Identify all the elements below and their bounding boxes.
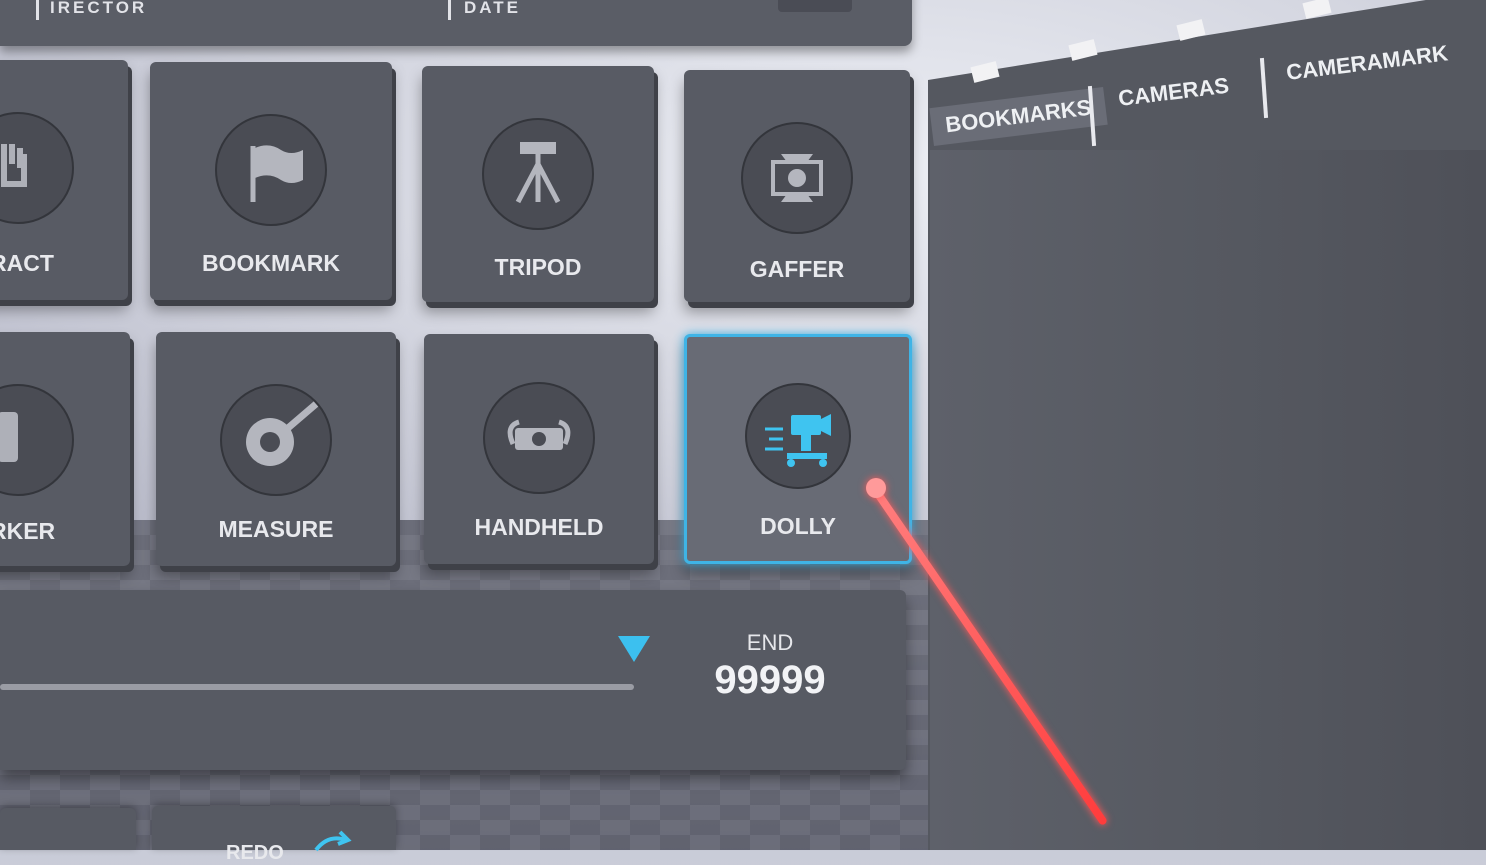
tool-tile-measure[interactable]: MEASURE bbox=[156, 332, 396, 566]
top-info-bar: IRECTOR DATE bbox=[0, 0, 912, 46]
redo-button[interactable]: REDO bbox=[152, 806, 396, 864]
divider bbox=[448, 0, 451, 20]
laser-pointer-dot bbox=[866, 478, 886, 498]
end-label: END bbox=[746, 630, 794, 655]
tool-tile-dolly[interactable]: DOLLY bbox=[684, 334, 912, 564]
tape-measure-icon bbox=[220, 384, 332, 496]
date-label: DATE bbox=[464, 0, 522, 17]
handheld-rig-icon bbox=[483, 382, 595, 494]
light-icon bbox=[741, 122, 853, 234]
timeline-scrubber-track[interactable] bbox=[0, 684, 634, 690]
tool-tile-tripod[interactable]: TRIPOD bbox=[422, 66, 654, 302]
flag-icon bbox=[215, 114, 327, 226]
tool-label: DOLLY bbox=[760, 513, 836, 539]
tool-tile-interact[interactable]: RACT bbox=[0, 60, 128, 300]
tool-label: RKER bbox=[0, 518, 56, 544]
top-bar-control[interactable] bbox=[778, 0, 852, 12]
hand-icon bbox=[0, 112, 74, 224]
tool-label: MEASURE bbox=[218, 516, 334, 542]
tool-label: RACT bbox=[0, 250, 54, 276]
redo-label: REDO bbox=[226, 842, 284, 864]
dolly-camera-icon bbox=[745, 383, 851, 489]
marker-icon bbox=[0, 384, 74, 496]
tool-label: HANDHELD bbox=[474, 514, 604, 540]
right-panel-body[interactable] bbox=[930, 150, 1486, 850]
timeline-panel: END 99999 bbox=[0, 590, 906, 770]
tool-tile-gaffer[interactable]: GAFFER bbox=[684, 70, 910, 302]
bottom-tile[interactable] bbox=[0, 808, 136, 850]
director-label: IRECTOR bbox=[50, 0, 148, 17]
divider bbox=[36, 0, 39, 20]
tool-label: TRIPOD bbox=[494, 254, 582, 280]
playhead-marker-icon[interactable] bbox=[618, 636, 650, 662]
tool-label: BOOKMARK bbox=[202, 250, 340, 276]
tool-tile-marker[interactable]: RKER bbox=[0, 332, 130, 566]
tool-tile-handheld[interactable]: HANDHELD bbox=[424, 334, 654, 564]
end-frame-value[interactable]: 99999 bbox=[690, 658, 850, 703]
redo-arrow-icon bbox=[314, 830, 352, 852]
tool-label: GAFFER bbox=[749, 256, 845, 282]
tripod-icon bbox=[482, 118, 594, 230]
tool-tile-bookmark[interactable]: BOOKMARK bbox=[150, 62, 392, 300]
